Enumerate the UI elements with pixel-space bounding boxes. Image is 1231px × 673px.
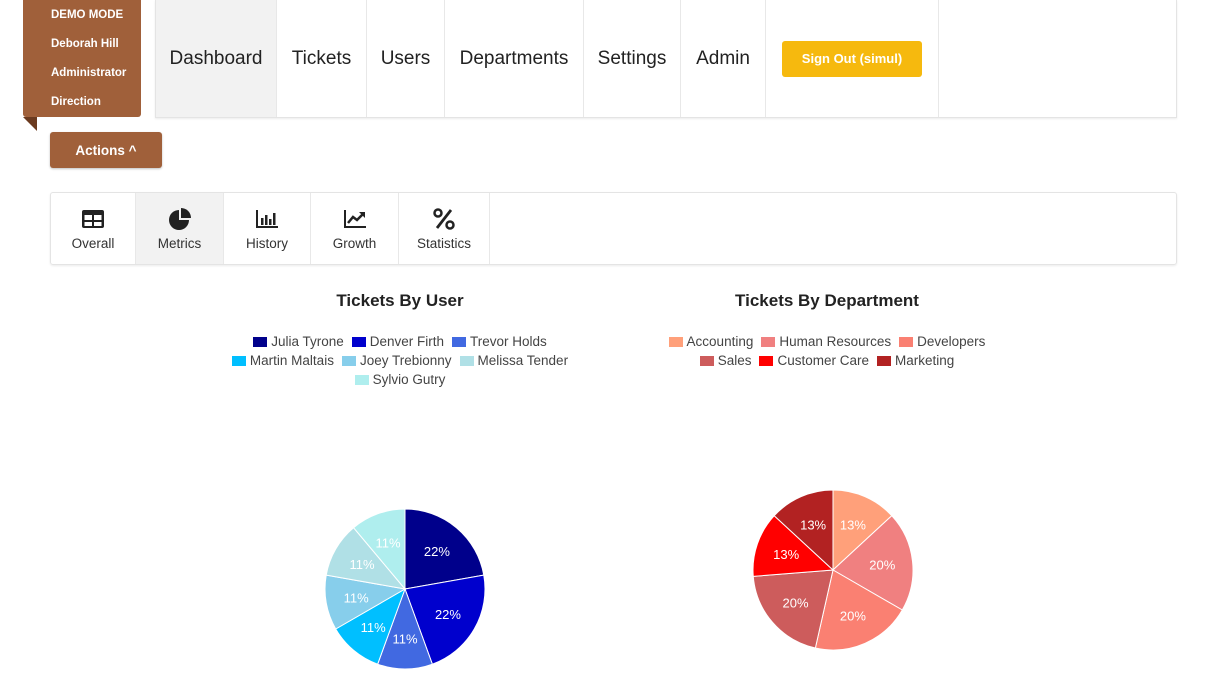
legend-swatch (761, 336, 776, 347)
legend-swatch (231, 355, 246, 366)
tab-history[interactable]: History (224, 193, 311, 264)
legend-swatch (341, 355, 356, 366)
legend-label: Trevor Holds (470, 334, 547, 349)
legend-label: Melissa Tender (477, 353, 569, 368)
tab-history-label: History (245, 236, 288, 251)
trend-up-icon (343, 210, 366, 228)
legend-label: Customer Care (777, 353, 870, 368)
legend-swatch (699, 355, 714, 366)
ribbon-fold (23, 117, 37, 131)
nav-signout-cell: Sign Out (simul) (766, 0, 939, 117)
legend-swatch (354, 374, 369, 385)
legend-row: Sales Customer Care Marketing (627, 353, 1027, 368)
pie-chart-departments: 13%20%20%20%13%13% (752, 489, 914, 651)
legend-item[interactable]: Developers (899, 334, 985, 349)
tab-growth-label: Growth (332, 236, 377, 251)
pie-slice-label: 13% (800, 518, 826, 533)
legend-item[interactable]: Customer Care (759, 353, 869, 368)
legend-swatch (452, 336, 467, 347)
chart-title-departments: Tickets By Department (735, 291, 919, 310)
tab-metrics-label: Metrics (157, 236, 202, 251)
pie-slice-label: 11% (344, 591, 369, 606)
nav-users[interactable]: Users (367, 0, 445, 117)
tab-overall-label: Overall (71, 236, 115, 251)
user-role: Administrator (51, 67, 127, 79)
legend-label: Accounting (686, 334, 754, 349)
legend-item[interactable]: Marketing (877, 353, 954, 368)
user-department: Direction (51, 96, 101, 108)
legend-item[interactable]: Human Resources (761, 334, 891, 349)
sign-out-button[interactable]: Sign Out (simul) (782, 40, 922, 77)
percent-icon (433, 208, 455, 230)
pie-slice-label: 22% (424, 544, 450, 559)
legend-label: Martin Maltais (249, 353, 334, 368)
pie-slice-label: 20% (840, 608, 866, 623)
nav-dashboard[interactable]: Dashboard (156, 0, 277, 117)
pie-slice-label: 11% (361, 620, 386, 635)
tab-growth[interactable]: Growth (311, 193, 399, 264)
user-ribbon: DEMO MODE Deborah Hill Administrator Dir… (23, 0, 141, 117)
pie-slice-label: 13% (840, 518, 866, 533)
legend-row: Sylvio Gutry (200, 372, 600, 387)
nav-departments[interactable]: Departments (445, 0, 584, 117)
pie-slice-label: 20% (782, 595, 808, 610)
legend-row: Accounting Human Resources Developers (627, 334, 1027, 349)
legend-swatch (668, 336, 683, 347)
tab-statistics-label: Statistics (416, 236, 471, 251)
legend-label: Marketing (895, 353, 955, 368)
nav-tickets[interactable]: Tickets (277, 0, 367, 117)
pie-slice-label: 22% (435, 607, 461, 622)
legend-swatch (459, 355, 474, 366)
legend-row: Julia Tyrone Denver Firth Trevor Holds (200, 334, 600, 349)
pie-slice-label: 11% (392, 632, 417, 647)
legend-item[interactable]: Sales (699, 353, 752, 368)
pie-slice-label: 11% (376, 535, 401, 550)
legend-label: Human Resources (779, 334, 892, 349)
pie-slice-label: 20% (869, 558, 895, 573)
legend-label: Developers (917, 334, 986, 349)
tab-overall[interactable]: Overall (51, 193, 136, 264)
tab-statistics[interactable]: Statistics (399, 193, 490, 264)
pie-chart-users: 22%22%11%11%11%11%11% (324, 508, 486, 670)
bar-chart-icon (256, 210, 278, 228)
dashboard-subnav: Overall Metrics History Growth Statistic… (50, 192, 1177, 265)
top-navigation: Dashboard Tickets Users Departments Sett… (155, 0, 1177, 118)
user-name: Deborah Hill (51, 38, 119, 50)
nav-admin[interactable]: Admin (681, 0, 766, 117)
legend-label: Denver Firth (369, 334, 445, 349)
legend-item[interactable]: Joey Trebionny (341, 353, 452, 368)
tab-metrics[interactable]: Metrics (136, 193, 224, 264)
legend-item[interactable]: Julia Tyrone (253, 334, 344, 349)
legend-label: Joey Trebionny (359, 353, 452, 368)
chart-title-users: Tickets By User (336, 291, 464, 310)
legend-label: Sales (717, 353, 752, 368)
legend-swatch (253, 336, 268, 347)
legend-swatch (877, 355, 892, 366)
pie-chart-icon (168, 208, 191, 230)
legend-item[interactable]: Accounting (668, 334, 754, 349)
nav-settings[interactable]: Settings (584, 0, 681, 117)
legend-swatch (351, 336, 366, 347)
table-icon (82, 210, 104, 228)
legend-label: Sylvio Gutry (372, 372, 446, 387)
pie-slice-label: 13% (773, 547, 799, 562)
legend-item[interactable]: Martin Maltais (231, 353, 334, 368)
legend-item[interactable]: Denver Firth (351, 334, 445, 349)
demo-mode-label: DEMO MODE (51, 9, 124, 21)
legend-item[interactable]: Sylvio Gutry (354, 372, 446, 387)
legend-item[interactable]: Melissa Tender (459, 353, 569, 368)
legend-label: Julia Tyrone (271, 334, 344, 349)
legend-swatch (759, 355, 774, 366)
pie-slice-label: 11% (350, 557, 375, 572)
actions-button[interactable]: Actions ^ (50, 132, 162, 168)
legend-item[interactable]: Trevor Holds (452, 334, 547, 349)
legend-row: Martin Maltais Joey Trebionny Melissa Tend… (200, 353, 600, 368)
legend-swatch (899, 336, 914, 347)
